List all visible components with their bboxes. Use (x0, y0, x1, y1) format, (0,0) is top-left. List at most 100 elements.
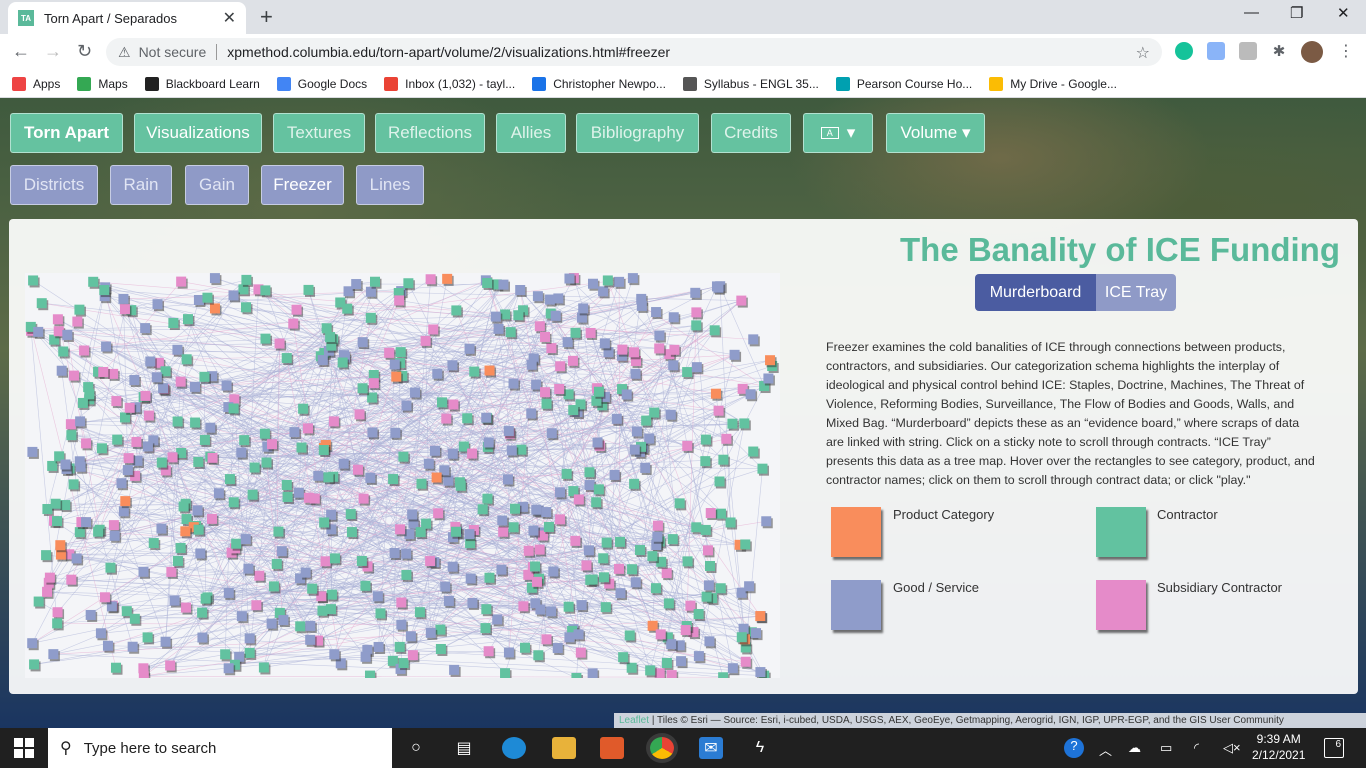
sticky-note[interactable] (74, 304, 85, 315)
store-icon[interactable] (600, 737, 624, 759)
sticky-note[interactable] (156, 457, 167, 468)
sticky-note[interactable] (555, 361, 566, 372)
sticky-note[interactable] (655, 629, 666, 640)
docs-extension-icon[interactable] (1207, 42, 1225, 60)
sticky-note[interactable] (85, 609, 96, 620)
profile-avatar[interactable] (1301, 41, 1323, 63)
sticky-note[interactable] (484, 365, 495, 376)
sticky-note[interactable] (247, 489, 258, 500)
sticky-note[interactable] (630, 368, 641, 379)
sticky-note[interactable] (365, 312, 376, 323)
sticky-note[interactable] (319, 517, 330, 528)
sticky-note[interactable] (66, 430, 77, 441)
sticky-note[interactable] (122, 465, 133, 476)
sticky-note[interactable] (584, 467, 595, 478)
sticky-note[interactable] (691, 362, 702, 373)
sticky-note[interactable] (654, 330, 665, 341)
sticky-note[interactable] (449, 664, 460, 675)
sticky-note[interactable] (721, 433, 732, 444)
sticky-note[interactable] (293, 487, 304, 498)
sticky-note[interactable] (416, 478, 427, 489)
sticky-note[interactable] (498, 279, 509, 290)
sticky-note[interactable] (193, 294, 204, 305)
sticky-note[interactable] (676, 656, 687, 667)
sticky-note[interactable] (523, 545, 534, 556)
sticky-note[interactable] (477, 504, 488, 515)
sticky-note[interactable] (81, 517, 92, 528)
sticky-note[interactable] (674, 498, 685, 509)
sticky-note[interactable] (543, 521, 554, 532)
sticky-note[interactable] (652, 531, 663, 542)
back-button[interactable]: ← (12, 41, 30, 62)
sticky-note[interactable] (552, 643, 563, 654)
sticky-note[interactable] (193, 456, 204, 467)
onedrive-icon[interactable]: ☁ (1128, 740, 1141, 756)
sticky-note[interactable] (53, 326, 64, 337)
sticky-note[interactable] (273, 526, 284, 537)
sticky-note[interactable] (166, 566, 177, 577)
sticky-note[interactable] (282, 491, 293, 502)
sticky-note[interactable] (583, 545, 594, 556)
forward-button[interactable]: → (44, 41, 62, 62)
sticky-note[interactable] (414, 607, 425, 618)
sticky-note[interactable] (510, 503, 521, 514)
sticky-note[interactable] (705, 560, 716, 571)
sticky-note[interactable] (618, 652, 629, 663)
task-view-icon[interactable]: ▤ (452, 737, 476, 759)
sticky-note[interactable] (585, 327, 596, 338)
sticky-note[interactable] (295, 621, 306, 632)
sticky-note[interactable] (546, 606, 557, 617)
sticky-note[interactable] (303, 284, 314, 295)
sticky-note[interactable] (313, 470, 324, 481)
sticky-note[interactable] (751, 628, 762, 639)
extensions-puzzle-icon[interactable]: ✱ (1270, 42, 1288, 60)
sticky-note[interactable] (326, 589, 337, 600)
sticky-note[interactable] (693, 651, 704, 662)
show-hidden-icons-icon[interactable]: ︿ (1099, 740, 1112, 759)
sticky-note[interactable] (533, 650, 544, 661)
bookmark-item[interactable]: Blackboard Learn (144, 76, 260, 91)
sticky-note[interactable] (641, 415, 652, 426)
sticky-note[interactable] (131, 436, 142, 447)
sticky-note[interactable] (138, 671, 149, 678)
sticky-note[interactable] (321, 323, 332, 334)
sticky-note[interactable] (484, 572, 495, 583)
sticky-note[interactable] (240, 534, 251, 545)
bookmark-item[interactable]: Inbox (1,032) - tayl... (384, 76, 515, 91)
sticky-note[interactable] (33, 326, 44, 337)
sticky-note[interactable] (591, 497, 602, 508)
sticky-note[interactable] (271, 558, 282, 569)
leaflet-link[interactable]: Leaflet (619, 715, 649, 726)
sticky-note[interactable] (342, 303, 353, 314)
sticky-note[interactable] (714, 476, 725, 487)
sticky-note[interactable] (99, 592, 110, 603)
sticky-note[interactable] (88, 276, 99, 287)
sticky-note[interactable] (396, 597, 407, 608)
sticky-note[interactable] (68, 479, 79, 490)
sticky-note[interactable] (58, 346, 69, 357)
sticky-note[interactable] (291, 304, 302, 315)
sticky-note[interactable] (701, 591, 712, 602)
sticky-note[interactable] (691, 522, 702, 533)
sticky-note[interactable] (682, 440, 693, 451)
sticky-note[interactable] (260, 333, 271, 344)
sticky-note[interactable] (629, 478, 640, 489)
sticky-note[interactable] (666, 670, 677, 678)
sticky-note[interactable] (483, 437, 494, 448)
sticky-note[interactable] (165, 660, 176, 671)
sticky-note[interactable] (193, 524, 204, 535)
sticky-note[interactable] (441, 413, 452, 424)
sticky-note[interactable] (261, 457, 272, 468)
sticky-note[interactable] (530, 561, 541, 572)
sticky-note[interactable] (761, 516, 772, 527)
sticky-note[interactable] (197, 632, 208, 643)
sticky-note[interactable] (483, 646, 494, 657)
sticky-note[interactable] (236, 447, 247, 458)
sticky-note[interactable] (223, 663, 234, 674)
sticky-note[interactable] (109, 530, 120, 541)
sticky-note[interactable] (755, 611, 766, 622)
districts-button[interactable]: Districts (10, 165, 98, 205)
sticky-note[interactable] (576, 600, 587, 611)
sticky-note[interactable] (433, 508, 444, 519)
sticky-note[interactable] (567, 355, 578, 366)
